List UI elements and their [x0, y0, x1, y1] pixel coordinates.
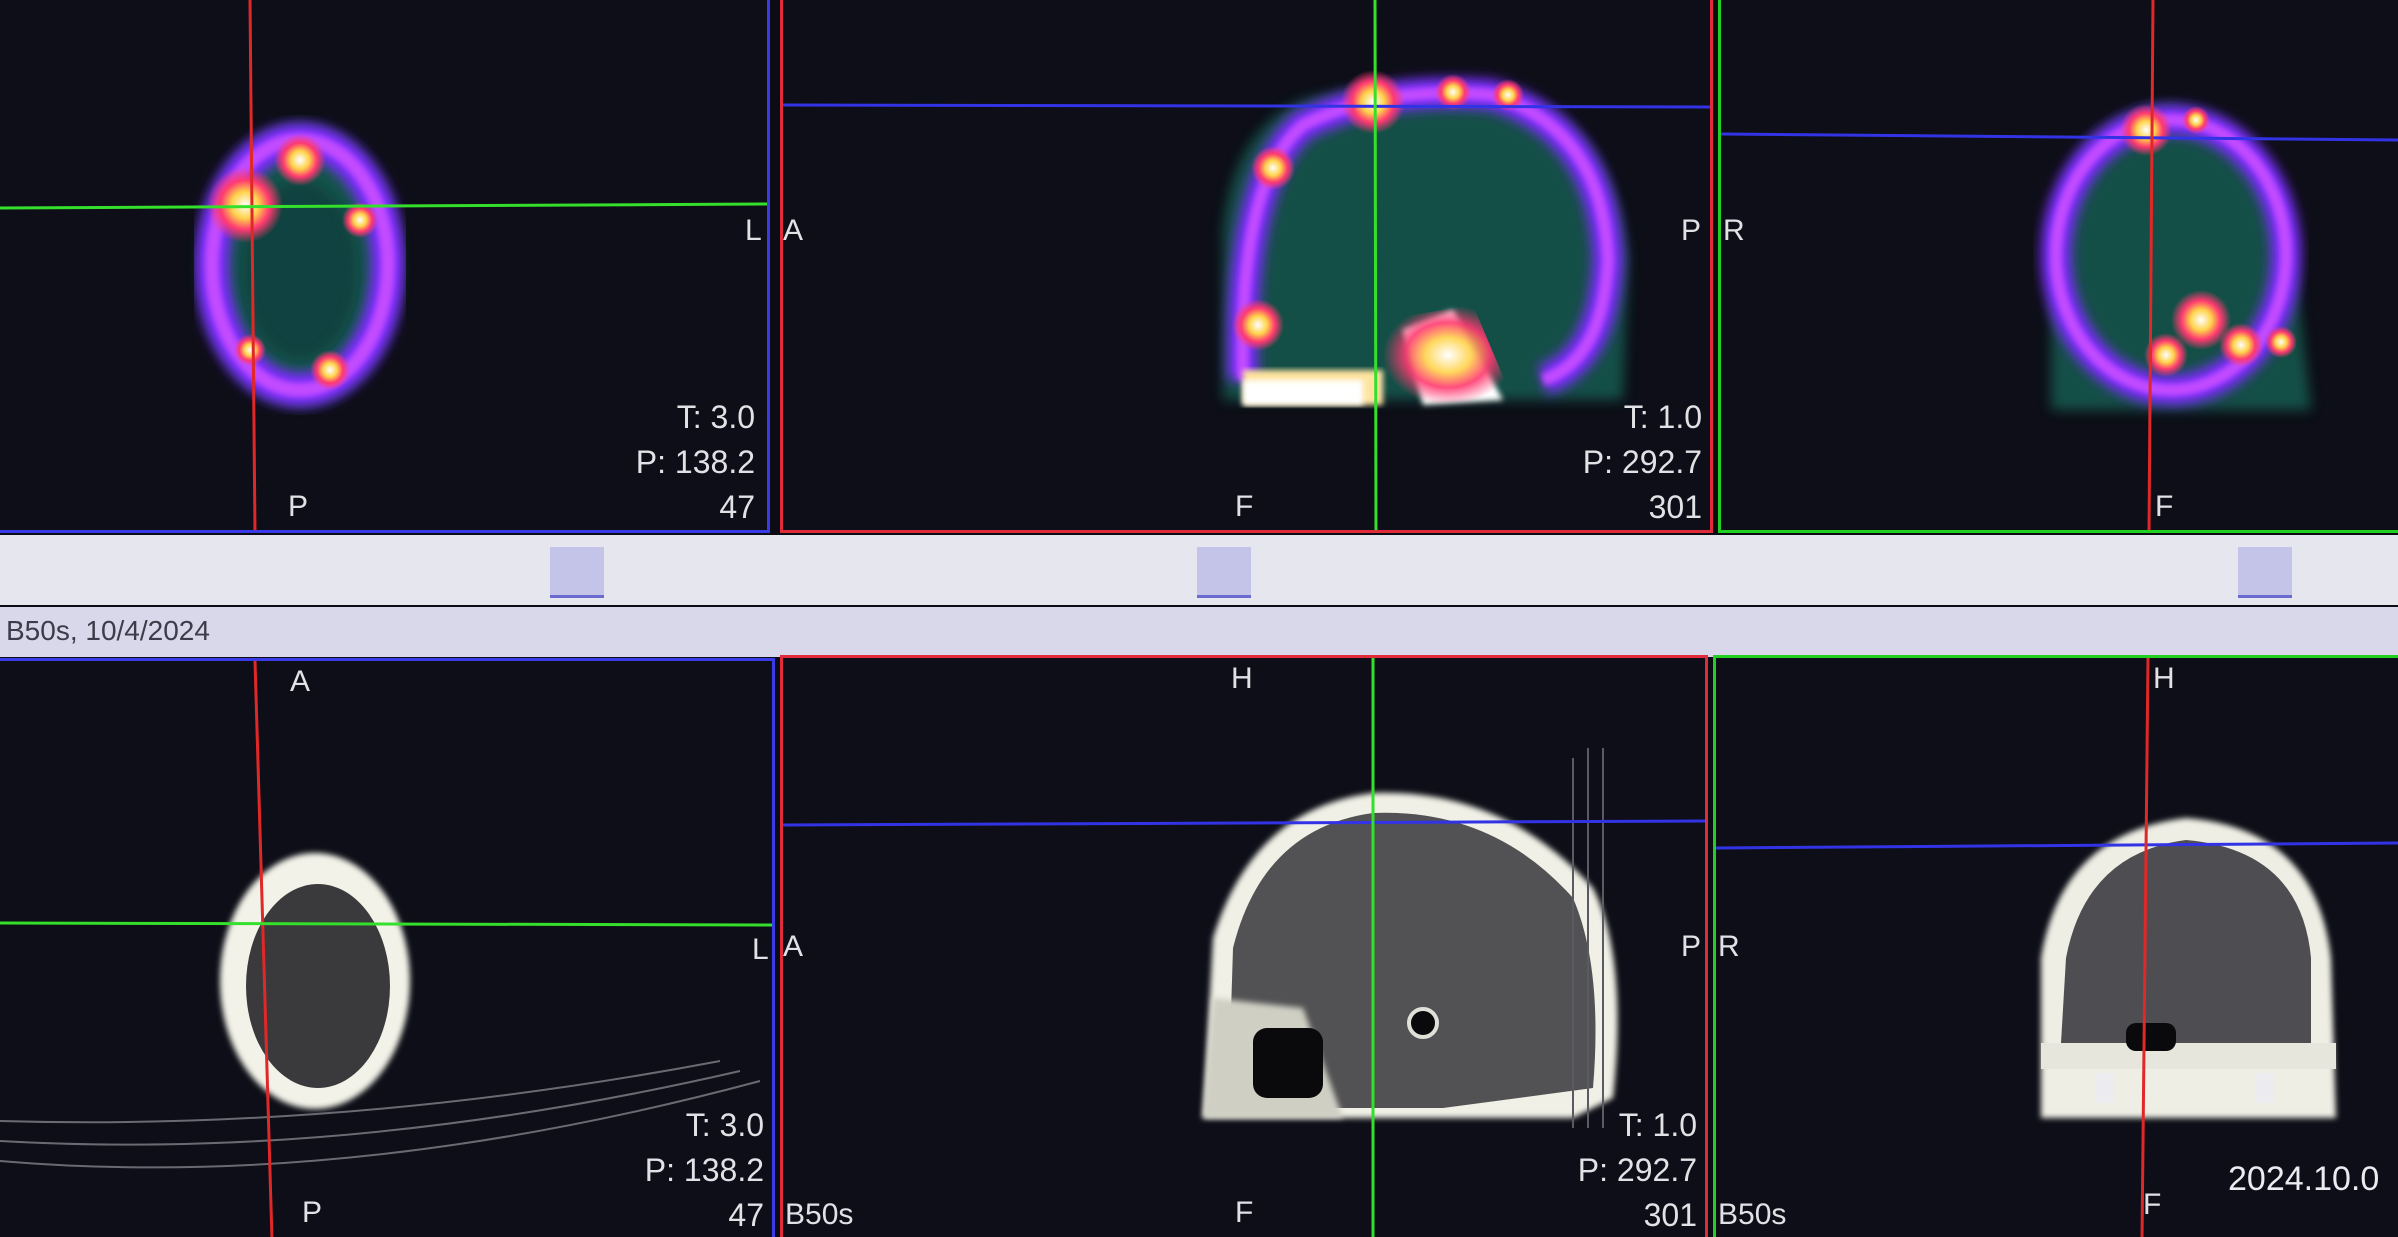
orientation-top-label: H	[2153, 662, 2176, 695]
position-text: P: 292.7	[1577, 1152, 1697, 1188]
thickness-text: T: 1.0	[1618, 1107, 1697, 1143]
series-info-text: B50s, 10/4/2024	[6, 615, 210, 646]
pet-coronal-viewport[interactable]: R F	[1718, 0, 2398, 533]
crosshair-blue-line	[783, 819, 1705, 827]
orientation-bottom-label: F	[2155, 490, 2175, 523]
ct-axial-viewport[interactable]: A L P T: 3.0 P: 138.2 47	[0, 658, 775, 1237]
camera-timestamp: 2024.10.0	[2228, 1160, 2380, 1198]
pet-coronal-image	[1721, 0, 2398, 530]
crosshair-green-line	[1373, 0, 1378, 530]
crosshair-green-line	[0, 202, 767, 210]
axial-scroll-thumb[interactable]	[550, 547, 604, 598]
thickness-text: T: 1.0	[1623, 399, 1702, 435]
orientation-left-label: A	[783, 930, 805, 963]
orientation-left-label: A	[783, 214, 805, 247]
ct-sagittal-viewport[interactable]: H A P F B50s T: 1.0 P: 292.7 301	[780, 655, 1708, 1237]
slice-scrollbar[interactable]	[0, 535, 2398, 605]
orientation-right-label: L	[745, 214, 763, 247]
orientation-top-label: A	[290, 665, 312, 698]
pet-sagittal-viewport[interactable]: A P F T: 1.0 P: 292.7 301	[780, 0, 1713, 533]
crosshair-blue-line	[783, 103, 1710, 109]
crosshair-red-line	[2147, 0, 2155, 530]
orientation-bottom-label: F	[1235, 1196, 1255, 1229]
position-text: P: 138.2	[644, 1152, 764, 1188]
coronal-scroll-thumb[interactable]	[2238, 547, 2292, 598]
pet-axial-viewport[interactable]: L P T: 3.0 P: 138.2 47	[0, 0, 770, 533]
crosshair-green-line	[0, 921, 772, 927]
sagittal-scroll-thumb[interactable]	[1197, 547, 1251, 598]
crosshair-blue-line	[1716, 841, 2398, 850]
thickness-text: T: 3.0	[676, 399, 755, 435]
pet-sagittal-image	[783, 0, 1710, 530]
ct-sagittal-image	[783, 658, 1705, 1237]
ct-coronal-viewport[interactable]: H R F B50s	[1713, 655, 2398, 1237]
series-label: B50s	[785, 1198, 854, 1231]
orientation-left-label: R	[1723, 214, 1746, 247]
orientation-bottom-label: F	[2143, 1188, 2163, 1221]
slice-number: 301	[1643, 1197, 1697, 1233]
orientation-right-label: L	[752, 933, 770, 966]
orientation-top-label: H	[1231, 662, 1254, 695]
thickness-text: T: 3.0	[685, 1107, 764, 1143]
orientation-bottom-label: P	[302, 1196, 324, 1229]
ct-coronal-image	[1716, 658, 2398, 1237]
orientation-right-label: P	[1681, 214, 1703, 247]
series-info-bar: B50s, 10/4/2024	[0, 607, 2398, 657]
position-text: P: 292.7	[1582, 444, 1702, 480]
position-text: P: 138.2	[635, 444, 755, 480]
slice-number: 301	[1648, 489, 1702, 525]
series-label: B50s	[1718, 1198, 1787, 1231]
orientation-bottom-label: P	[288, 490, 310, 523]
orientation-left-label: R	[1718, 930, 1741, 963]
slice-number: 47	[719, 489, 755, 525]
slice-number: 47	[728, 1197, 764, 1233]
orientation-bottom-label: F	[1235, 490, 1255, 523]
orientation-right-label: P	[1681, 930, 1703, 963]
crosshair-blue-line	[1721, 132, 2398, 142]
